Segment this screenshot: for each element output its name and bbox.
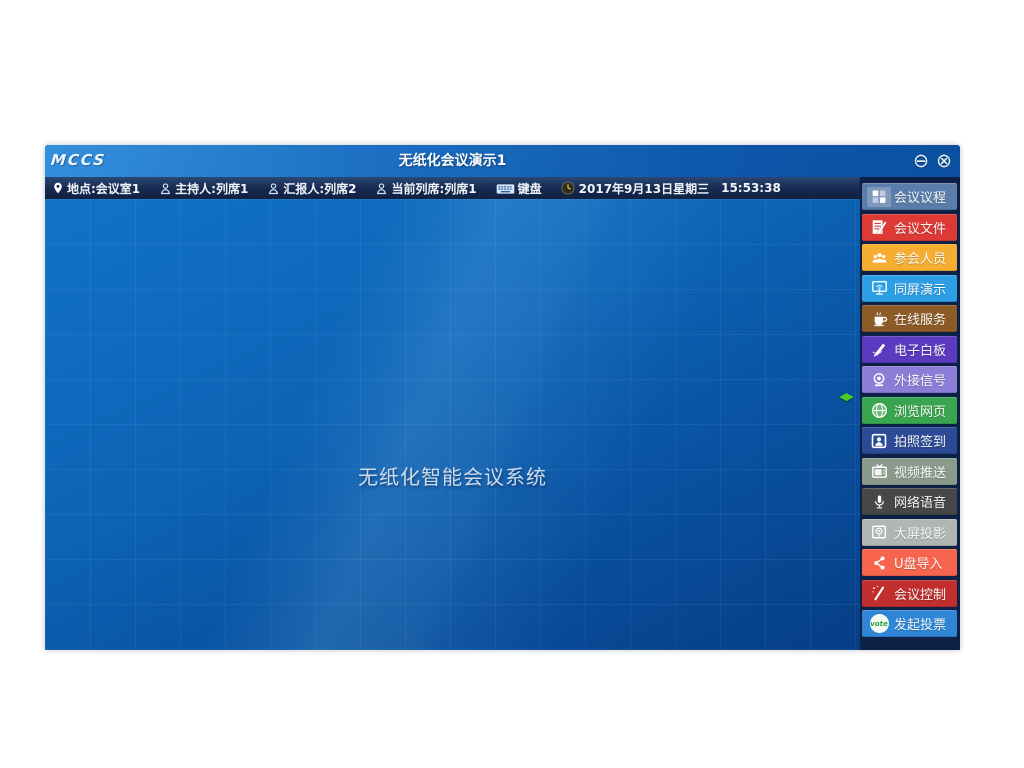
webcam-icon bbox=[867, 370, 891, 390]
close-button[interactable]: ⊗ bbox=[936, 152, 952, 171]
coffee-cup-icon bbox=[867, 309, 891, 329]
sidebar-item-meeting-control[interactable]: 会议控制 bbox=[862, 580, 957, 607]
tv-icon bbox=[867, 461, 891, 481]
title-bar: MCCS 无纸化会议演示1 ⊖ ⊗ bbox=[45, 145, 960, 177]
keyboard-text: 键盘 bbox=[518, 180, 542, 197]
sidebar-item-whiteboard[interactable]: 电子白板 bbox=[862, 336, 957, 363]
sidebar-item-browse-web[interactable]: 浏览网页 bbox=[862, 397, 957, 424]
sidebar-item-label: 会议议程 bbox=[894, 187, 946, 206]
info-bar: 地点:会议室1 主持人:列席1 汇报人:列席2 当前列席:列席1 键盘 2017… bbox=[45, 177, 860, 199]
portrait-frame-icon bbox=[867, 431, 891, 451]
host-text: 主持人:列席1 bbox=[175, 180, 248, 197]
sidebar-item-usb-import[interactable]: U盘导入 bbox=[862, 549, 957, 576]
sidebar-item-projection[interactable]: 大屏投影 bbox=[862, 519, 957, 546]
vote-badge-text: vote bbox=[870, 614, 889, 633]
usb-share-icon bbox=[867, 553, 891, 573]
sidebar-item-label: U盘导入 bbox=[894, 553, 943, 572]
projector-icon bbox=[867, 522, 891, 542]
sidebar-item-label: 会议文件 bbox=[894, 218, 946, 237]
reporter-item: 汇报人:列席2 bbox=[267, 180, 356, 197]
window-controls: ⊖ ⊗ bbox=[913, 145, 952, 177]
sidebar-item-label: 同屏演示 bbox=[894, 279, 946, 298]
current-speaker-text: 当前列席:列席1 bbox=[391, 180, 476, 197]
sidebar-item-label: 网络语音 bbox=[894, 492, 946, 511]
sidebar-item-label: 会议控制 bbox=[894, 584, 946, 603]
participants-icon bbox=[867, 248, 891, 268]
date-text: 2017年9月13日星期三 bbox=[579, 180, 709, 197]
location-pin-icon bbox=[52, 181, 64, 195]
person-icon bbox=[267, 182, 280, 195]
document-pencil-icon bbox=[867, 217, 891, 237]
sidebar-item-label: 参会人员 bbox=[894, 248, 946, 267]
sidebar-item-online-service[interactable]: 在线服务 bbox=[862, 305, 957, 332]
keyboard-icon bbox=[496, 182, 515, 195]
host-item: 主持人:列席1 bbox=[159, 180, 248, 197]
sidebar-item-label: 拍照签到 bbox=[894, 431, 946, 450]
sidebar-item-start-vote[interactable]: vote 发起投票 bbox=[862, 610, 957, 637]
main-content: 无纸化智能会议系统 bbox=[45, 199, 860, 650]
sidebar-menu: 会议议程 会议文件 参会人员 同屏演示 在线服务 bbox=[860, 177, 960, 650]
system-watermark: 无纸化智能会议系统 bbox=[45, 461, 860, 490]
sidebar-item-photo-checkin[interactable]: 拍照签到 bbox=[862, 427, 957, 454]
pen-icon bbox=[867, 339, 891, 359]
globe-icon bbox=[867, 400, 891, 420]
agenda-grid-icon bbox=[867, 187, 891, 207]
sidebar-item-label: 电子白板 bbox=[894, 340, 946, 359]
clock-icon bbox=[561, 181, 575, 195]
sidebar-item-video-push[interactable]: 视频推送 bbox=[862, 458, 957, 485]
sidebar-item-label: 在线服务 bbox=[894, 309, 946, 328]
wand-icon bbox=[867, 583, 891, 603]
current-speaker-item: 当前列席:列席1 bbox=[375, 180, 476, 197]
sidebar-item-label: 视频推送 bbox=[894, 462, 946, 481]
sidebar-item-network-voice[interactable]: 网络语音 bbox=[862, 488, 957, 515]
window-title: 无纸化会议演示1 bbox=[45, 145, 860, 177]
sidebar-item-external-signal[interactable]: 外接信号 bbox=[862, 366, 957, 393]
sidebar-item-files[interactable]: 会议文件 bbox=[862, 214, 957, 241]
time-text: 15:53:38 bbox=[721, 181, 781, 195]
location-item: 地点:会议室1 bbox=[52, 180, 140, 197]
sidebar-item-participants[interactable]: 参会人员 bbox=[862, 244, 957, 271]
keyboard-button[interactable]: 键盘 bbox=[496, 180, 542, 197]
screen-share-icon bbox=[867, 278, 891, 298]
person-icon bbox=[375, 182, 388, 195]
person-icon bbox=[159, 182, 172, 195]
sidebar-item-label: 外接信号 bbox=[894, 370, 946, 389]
datetime: 2017年9月13日星期三 15:53:38 bbox=[561, 180, 781, 197]
sidebar-item-label: 大屏投影 bbox=[894, 523, 946, 542]
sidebar-item-agenda[interactable]: 会议议程 bbox=[862, 183, 957, 210]
sidebar-item-label: 发起投票 bbox=[894, 614, 946, 633]
vote-badge-icon: vote bbox=[867, 614, 891, 634]
sidebar-item-label: 浏览网页 bbox=[894, 401, 946, 420]
sidebar-item-screen-share[interactable]: 同屏演示 bbox=[862, 275, 957, 302]
minimize-button[interactable]: ⊖ bbox=[913, 152, 929, 171]
app-window: MCCS 无纸化会议演示1 ⊖ ⊗ 地点:会议室1 主持人:列席1 汇报人:列席… bbox=[45, 145, 960, 650]
microphone-icon bbox=[867, 492, 891, 512]
sidebar-toggle-icon[interactable]: ◀▶ bbox=[839, 389, 861, 405]
location-text: 地点:会议室1 bbox=[67, 180, 140, 197]
reporter-text: 汇报人:列席2 bbox=[283, 180, 356, 197]
